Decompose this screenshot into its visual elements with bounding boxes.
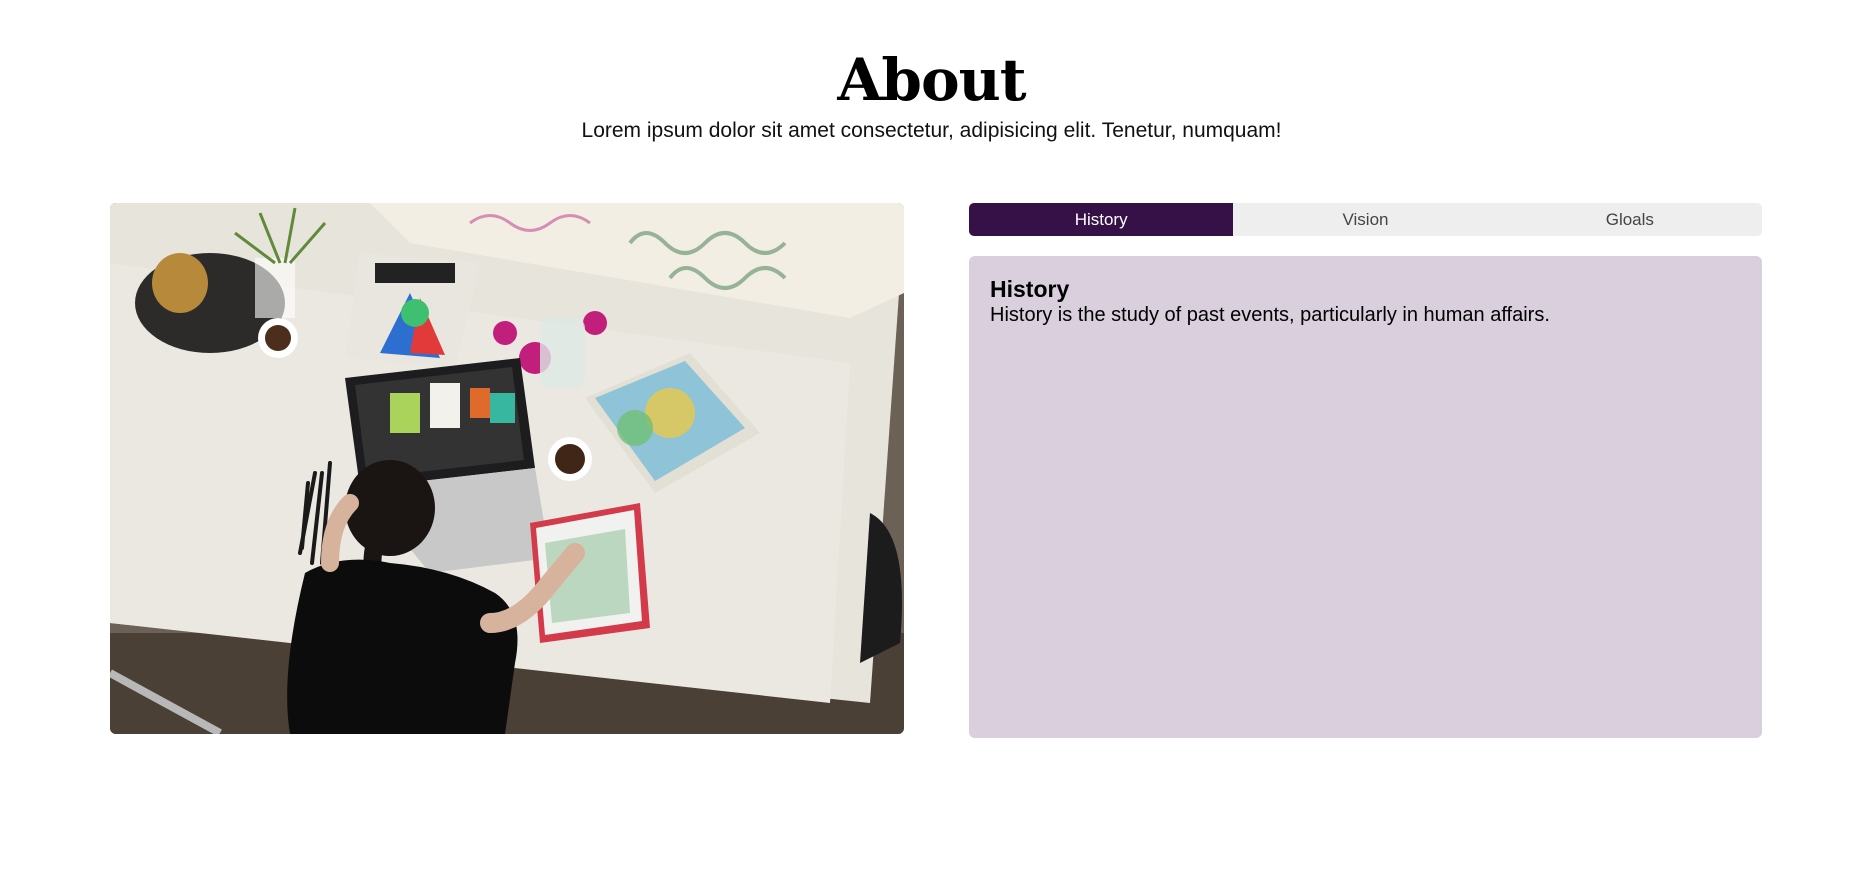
page-title: About <box>837 46 1026 114</box>
tab-content-panel: History History is the study of past eve… <box>969 256 1762 738</box>
tab-vision[interactable]: Vision <box>1233 203 1498 236</box>
panel-body-text: History is the study of past events, par… <box>990 304 1550 326</box>
about-tabs: History Vision Gloals <box>969 203 1762 236</box>
about-page: About Lorem ipsum dolor sit amet consect… <box>0 0 1863 882</box>
panel-heading: History <box>990 276 1070 302</box>
workspace-photo-illustration <box>110 203 904 734</box>
about-header: About Lorem ipsum dolor sit amet consect… <box>0 44 1863 146</box>
workspace-photo <box>110 203 904 734</box>
tab-goals[interactable]: Gloals <box>1497 203 1762 236</box>
page-subtitle: Lorem ipsum dolor sit amet consectetur, … <box>581 119 1282 142</box>
tab-history[interactable]: History <box>969 203 1234 236</box>
